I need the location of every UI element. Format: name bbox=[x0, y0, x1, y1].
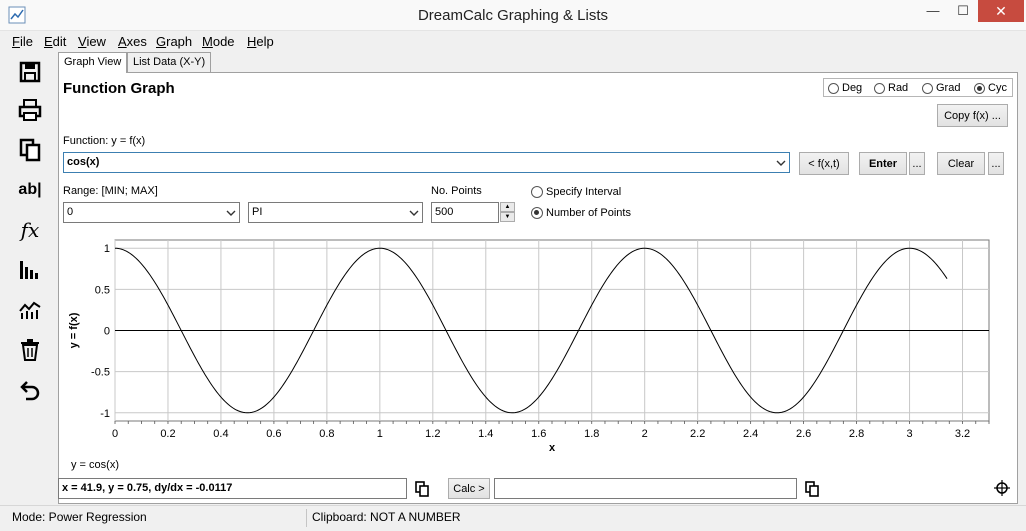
status-mode: Mode: Power Regression bbox=[12, 510, 147, 524]
legend-entry: y = cos(x) bbox=[71, 459, 119, 471]
x-tick-label: 2.8 bbox=[849, 428, 864, 440]
print-icon[interactable] bbox=[14, 94, 46, 126]
coords-row: x = 41.9, y = 0.75, dy/dx = -0.0117 Calc… bbox=[58, 476, 1018, 500]
y-axis-label: y = f(x) bbox=[68, 312, 80, 348]
calc-button[interactable]: Calc > bbox=[448, 478, 490, 499]
delete-icon[interactable] bbox=[14, 334, 46, 366]
menu-graph[interactable]: Graph bbox=[156, 34, 192, 49]
x-tick-label: 2.4 bbox=[743, 428, 758, 440]
close-button[interactable]: ✕ bbox=[978, 0, 1024, 22]
status-separator bbox=[306, 509, 307, 527]
x-tick-label: 2.2 bbox=[690, 428, 705, 440]
copy-icon[interactable] bbox=[414, 481, 430, 497]
x-tick-label: 1.6 bbox=[531, 428, 546, 440]
maximize-button[interactable]: ☐ bbox=[948, 0, 978, 22]
tab-graph-view[interactable]: Graph View bbox=[58, 52, 128, 73]
x-tick-label: 1.2 bbox=[425, 428, 440, 440]
menu-bar: File Edit View Axes Graph Mode Help bbox=[0, 32, 1026, 51]
y-tick-label: 1 bbox=[104, 243, 110, 255]
function-plot[interactable]: 0 0.2 0.4 0.6 0.8 1 1.2 1.4 1.6 1.8 2 2.2 2.4 2.6 2.8 3… bbox=[59, 73, 1017, 475]
x-tick-label: 0.2 bbox=[160, 428, 175, 440]
graph-panel: Function Graph Deg Rad Grad Cyc Copy f(x… bbox=[58, 72, 1018, 504]
y-tick-label: 0.5 bbox=[95, 284, 110, 296]
x-tick-label: 1.8 bbox=[584, 428, 599, 440]
calc-input[interactable] bbox=[494, 478, 797, 499]
y-tick-label: 0 bbox=[104, 326, 110, 338]
y-tick-label: -1 bbox=[100, 408, 110, 420]
function-icon[interactable]: 𝑓x bbox=[14, 214, 46, 246]
x-tick-label: 2 bbox=[642, 428, 648, 440]
menu-edit[interactable]: Edit bbox=[44, 34, 66, 49]
menu-view[interactable]: View bbox=[78, 34, 106, 49]
x-tick-label: 0 bbox=[112, 428, 118, 440]
trend-chart-icon[interactable] bbox=[14, 294, 46, 326]
menu-axes[interactable]: Axes bbox=[118, 34, 147, 49]
x-tick-label: 3 bbox=[906, 428, 912, 440]
minimize-button[interactable]: — bbox=[918, 0, 948, 22]
window-title: DreamCalc Graphing & Lists bbox=[417, 7, 609, 24]
title-bar: DreamCalc Graphing & Lists — ☐ ✕ bbox=[0, 0, 1026, 31]
x-tick-label: 1 bbox=[377, 428, 383, 440]
status-clipboard: Clipboard: NOT A NUMBER bbox=[312, 510, 461, 524]
copy-icon[interactable] bbox=[804, 481, 820, 497]
undo-icon[interactable] bbox=[14, 374, 46, 406]
copy-icon[interactable] bbox=[14, 134, 46, 166]
x-tick-label: 0.6 bbox=[266, 428, 281, 440]
x-axis-label: x bbox=[549, 442, 556, 454]
save-icon[interactable] bbox=[14, 56, 46, 88]
x-tick-label: 2.6 bbox=[796, 428, 811, 440]
x-tick-label: 3.2 bbox=[955, 428, 970, 440]
menu-mode[interactable]: Mode bbox=[202, 34, 235, 49]
status-bar: Mode: Power Regression Clipboard: NOT A … bbox=[0, 505, 1026, 531]
x-tick-label: 0.4 bbox=[213, 428, 228, 440]
x-tick-label: 0.8 bbox=[319, 428, 334, 440]
menu-help[interactable]: Help bbox=[247, 34, 274, 49]
y-tick-label: -0.5 bbox=[91, 367, 110, 379]
coords-readout: x = 41.9, y = 0.75, dy/dx = -0.0117 bbox=[58, 478, 407, 499]
x-tick-label: 1.4 bbox=[478, 428, 493, 440]
bar-chart-icon[interactable] bbox=[14, 254, 46, 286]
menu-file[interactable]: File bbox=[12, 34, 33, 49]
text-label-icon[interactable]: ab| bbox=[14, 174, 46, 206]
crosshair-icon[interactable] bbox=[994, 480, 1010, 496]
left-toolbar: ab| 𝑓x bbox=[0, 52, 58, 504]
tab-list-data[interactable]: List Data (X-Y) bbox=[127, 52, 212, 72]
